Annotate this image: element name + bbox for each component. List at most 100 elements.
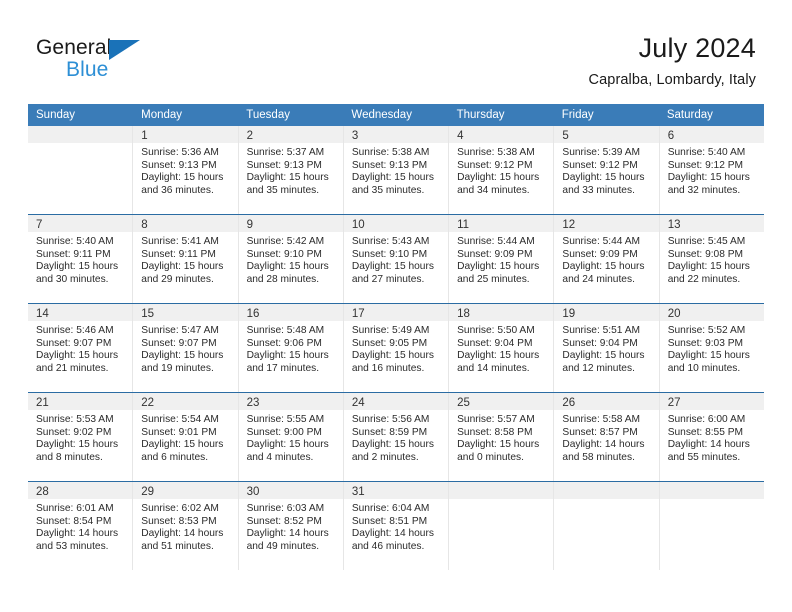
day-cell[interactable]: 27 Sunrise: 6:00 AM Sunset: 8:55 PM Dayligh… <box>659 393 764 481</box>
day-cell[interactable]: 30 Sunrise: 6:03 AM Sunset: 8:52 PM Dayligh… <box>238 482 344 570</box>
day-cell[interactable]: 6 Sunrise: 5:40 AM Sunset: 9:12 PM Daylight… <box>659 126 764 214</box>
day-cell[interactable]: 5 Sunrise: 5:39 AM Sunset: 9:12 PM Daylight… <box>554 126 660 214</box>
day-details: Sunrise: 5:50 AM Sunset: 9:04 PM Daylight:… <box>449 321 553 376</box>
sunset-text: Sunset: 9:11 PM <box>141 248 216 260</box>
sunrise-text: Sunrise: 5:37 AM <box>246 147 325 158</box>
day-number-band: 3 <box>343 126 449 143</box>
day-cell[interactable]: 10 Sunrise: 5:43 AM Sunset: 9:10 PM Dayligh… <box>343 215 450 303</box>
page-header: General Blue July 2024 Capralba, Lombard… <box>0 0 792 104</box>
day-cell[interactable]: 19 Sunrise: 5:51 AM Sunset: 9:04 PM Dayligh… <box>554 304 660 392</box>
sunset-text: Sunset: 8:52 PM <box>246 515 322 527</box>
day-cell[interactable]: 14 Sunrise: 5:46 AM Sunset: 9:07 PM Dayligh… <box>28 304 134 392</box>
day-cell[interactable]: 31 Sunrise: 6:04 AM Sunset: 8:51 PM Dayligh… <box>343 482 450 570</box>
daylight-text-line1: Daylight: 15 hours <box>36 439 119 451</box>
day-number-band: 24 <box>343 393 449 410</box>
daylight-text-line2: and 51 minutes. <box>141 541 214 553</box>
sunset-text: Sunset: 8:57 PM <box>562 426 638 438</box>
general-blue-logo: General Blue <box>36 36 166 88</box>
daylight-text-line1: Daylight: 15 hours <box>351 261 434 273</box>
day-number-band: 22 <box>133 393 238 410</box>
day-cell[interactable]: 26 Sunrise: 5:58 AM Sunset: 8:57 PM Dayligh… <box>554 393 660 481</box>
day-cell[interactable]: 15 Sunrise: 5:47 AM Sunset: 9:07 PM Dayligh… <box>133 304 239 392</box>
day-number-band: 27 <box>659 393 764 410</box>
sunrise-text: Sunrise: 6:04 AM <box>351 503 430 514</box>
sunrise-text: Sunrise: 5:58 AM <box>562 414 640 425</box>
sunset-text: Sunset: 9:12 PM <box>562 159 638 171</box>
day-cell[interactable]: 21 Sunrise: 5:53 AM Sunset: 9:02 PM Dayligh… <box>28 393 134 481</box>
daylight-text-line1: Daylight: 15 hours <box>246 439 329 451</box>
day-number: 15 <box>141 308 155 320</box>
daylight-text-line2: and 22 minutes. <box>667 274 741 286</box>
daylight-text-line2: and 35 minutes. <box>246 185 320 197</box>
daylight-text-line1: Daylight: 14 hours <box>36 528 119 540</box>
day-number-band: 18 <box>449 304 554 321</box>
day-cell[interactable]: 4 Sunrise: 5:38 AM Sunset: 9:12 PM Daylight… <box>449 126 555 214</box>
day-cell[interactable]: 3 Sunrise: 5:38 AM Sunset: 9:13 PM Daylight… <box>343 126 450 214</box>
day-cell[interactable]: 18 Sunrise: 5:50 AM Sunset: 9:04 PM Dayligh… <box>449 304 555 392</box>
daylight-text-line2: and 55 minutes. <box>667 452 741 464</box>
day-cell[interactable]: 20 Sunrise: 5:52 AM Sunset: 9:03 PM Dayligh… <box>659 304 764 392</box>
day-number: 24 <box>351 397 365 409</box>
day-cell[interactable]: 29 Sunrise: 6:02 AM Sunset: 8:53 PM Dayligh… <box>133 482 239 570</box>
sunset-text: Sunset: 9:07 PM <box>141 337 217 349</box>
day-details: Sunrise: 5:57 AM Sunset: 8:58 PM Daylight:… <box>449 410 553 465</box>
day-number-band: 28 <box>28 482 133 499</box>
day-cell[interactable]: 7 Sunrise: 5:40 AM Sunset: 9:11 PM Daylight… <box>28 215 134 303</box>
day-details: Sunrise: 5:39 AM Sunset: 9:12 PM Daylight:… <box>554 143 658 198</box>
day-details: Sunrise: 5:40 AM Sunset: 9:12 PM Daylight:… <box>660 143 764 198</box>
day-number-band: 8 <box>133 215 238 232</box>
day-number-band: 4 <box>449 126 554 143</box>
day-cell[interactable]: 9 Sunrise: 5:42 AM Sunset: 9:10 PM Daylight… <box>238 215 344 303</box>
day-number: 13 <box>667 219 681 231</box>
day-cell[interactable]: 11 Sunrise: 5:44 AM Sunset: 9:09 PM Dayligh… <box>449 215 555 303</box>
sunrise-text: Sunrise: 6:01 AM <box>36 503 114 514</box>
daylight-text-line1: Daylight: 15 hours <box>562 172 645 184</box>
day-details: Sunrise: 5:41 AM Sunset: 9:11 PM Daylight:… <box>133 232 237 287</box>
day-details: Sunrise: 5:44 AM Sunset: 9:09 PM Daylight:… <box>449 232 553 287</box>
day-cell[interactable]: 1 Sunrise: 5:36 AM Sunset: 9:13 PM Daylight… <box>133 126 239 214</box>
sunrise-text: Sunrise: 5:57 AM <box>457 414 535 425</box>
sunset-text: Sunset: 9:13 PM <box>141 159 217 171</box>
day-number-band: 9 <box>238 215 343 232</box>
sunrise-text: Sunrise: 5:46 AM <box>36 325 114 336</box>
sunset-text: Sunset: 9:13 PM <box>246 159 322 171</box>
day-details: Sunrise: 5:43 AM Sunset: 9:10 PM Daylight:… <box>344 232 448 287</box>
day-cell[interactable]: 17 Sunrise: 5:49 AM Sunset: 9:05 PM Dayligh… <box>343 304 450 392</box>
day-number: 18 <box>457 308 470 320</box>
day-number: 20 <box>667 308 681 320</box>
daylight-text-line1: Daylight: 15 hours <box>246 261 329 273</box>
daylight-text-line1: Daylight: 14 hours <box>667 439 750 451</box>
day-number: 3 <box>351 130 359 142</box>
day-cell[interactable]: 2 Sunrise: 5:37 AM Sunset: 9:13 PM Daylight… <box>238 126 344 214</box>
daylight-text-line1: Daylight: 15 hours <box>246 350 329 362</box>
day-cell[interactable]: 12 Sunrise: 5:44 AM Sunset: 9:09 PM Dayligh… <box>554 215 660 303</box>
day-cell[interactable]: 23 Sunrise: 5:55 AM Sunset: 9:00 PM Dayligh… <box>238 393 344 481</box>
day-number-band: 5 <box>554 126 659 143</box>
day-cell[interactable]: 8 Sunrise: 5:41 AM Sunset: 9:11 PM Daylight… <box>133 215 239 303</box>
day-number-band <box>449 482 554 499</box>
day-cell[interactable]: 13 Sunrise: 5:45 AM Sunset: 9:08 PM Dayligh… <box>659 215 764 303</box>
day-cell[interactable]: 24 Sunrise: 5:56 AM Sunset: 8:59 PM Dayligh… <box>343 393 450 481</box>
daylight-text-line1: Daylight: 15 hours <box>562 350 645 362</box>
sunset-text: Sunset: 9:12 PM <box>667 159 744 171</box>
day-cell[interactable]: 25 Sunrise: 5:57 AM Sunset: 8:58 PM Dayligh… <box>449 393 555 481</box>
sunrise-text: Sunrise: 5:45 AM <box>667 236 746 247</box>
day-details: Sunrise: 5:48 AM Sunset: 9:06 PM Daylight:… <box>239 321 343 376</box>
sunrise-text: Sunrise: 5:49 AM <box>351 325 430 336</box>
daylight-text-line2: and 33 minutes. <box>562 185 635 197</box>
day-cell[interactable]: 16 Sunrise: 5:48 AM Sunset: 9:06 PM Dayligh… <box>238 304 344 392</box>
daylight-text-line2: and 24 minutes. <box>562 274 635 286</box>
sunset-text: Sunset: 9:00 PM <box>246 426 322 438</box>
day-cell[interactable]: 22 Sunrise: 5:54 AM Sunset: 9:01 PM Dayligh… <box>133 393 239 481</box>
sunrise-text: Sunrise: 5:38 AM <box>457 147 535 158</box>
day-number-band: 25 <box>449 393 554 410</box>
day-details: Sunrise: 5:54 AM Sunset: 9:01 PM Daylight:… <box>133 410 237 465</box>
day-number-band: 13 <box>659 215 764 232</box>
weekday-wednesday: Wednesday <box>351 109 412 121</box>
day-number: 27 <box>667 397 681 409</box>
day-number: 8 <box>141 219 148 231</box>
day-number: 2 <box>246 130 253 142</box>
day-cell[interactable]: 28 Sunrise: 6:01 AM Sunset: 8:54 PM Dayligh… <box>28 482 134 570</box>
daylight-text-line2: and 49 minutes. <box>246 541 320 553</box>
sunset-text: Sunset: 8:55 PM <box>667 426 744 438</box>
